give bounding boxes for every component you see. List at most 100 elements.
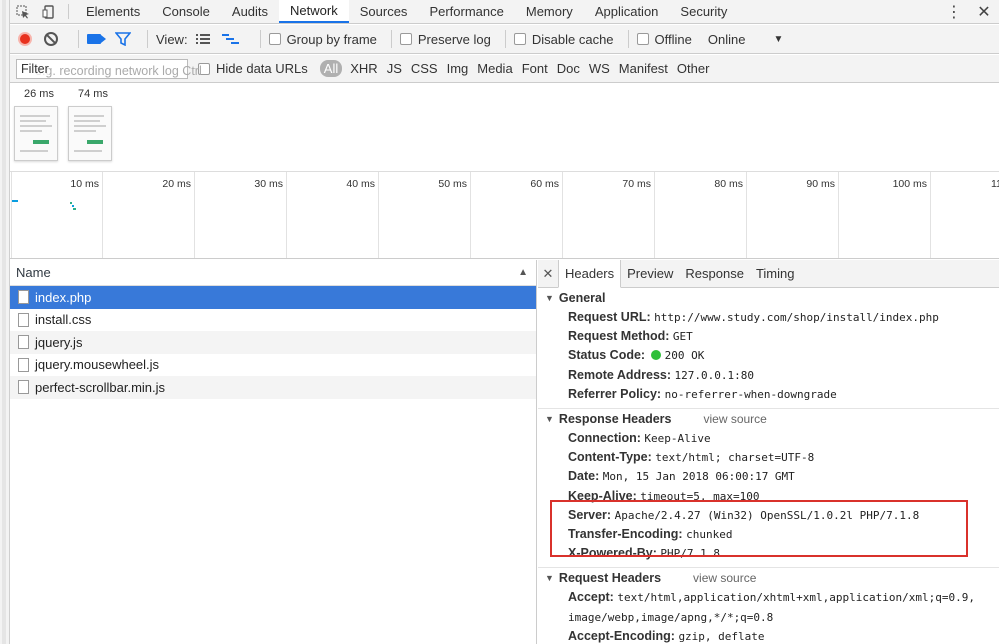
- tab-response[interactable]: Response: [679, 260, 750, 287]
- request-row-jquery-mousewheel-js[interactable]: jquery.mousewheel.js: [10, 354, 536, 377]
- header-row: Date: Mon, 15 Jan 2018 06:00:17 GMT: [568, 469, 795, 484]
- filter-type-doc[interactable]: Doc: [557, 61, 580, 76]
- request-headers-section: ▼ Request Headers view source Accept: text…: [538, 568, 999, 644]
- request-row-index-php[interactable]: index.php: [10, 286, 536, 309]
- close-devtools-icon[interactable]: ✕: [969, 0, 999, 23]
- sort-ascending-icon[interactable]: ▲: [518, 267, 528, 278]
- view-source-link[interactable]: view source: [703, 412, 766, 426]
- header-row: Server: Apache/2.4.27 (Win32) OpenSSL/1.…: [568, 507, 920, 522]
- response-headers-section: ▼ Response Headers view source Connection:…: [538, 409, 999, 569]
- clear-icon[interactable]: [44, 32, 58, 46]
- tab-memory[interactable]: Memory: [515, 0, 584, 23]
- header-row: image/webp,image/apng,*/*;q=0.8: [568, 610, 774, 624]
- record-icon[interactable]: [18, 32, 32, 46]
- header-row: Connection: Keep-Alive: [568, 431, 711, 446]
- tab-elements[interactable]: Elements: [75, 0, 151, 23]
- device-toolbar-icon[interactable]: [36, 0, 62, 23]
- tab-headers[interactable]: Headers: [558, 260, 622, 288]
- timeline-tick: 50 ms: [438, 172, 471, 258]
- filter-type-manifest[interactable]: Manifest: [619, 61, 668, 76]
- filter-type-xhr[interactable]: XHR: [350, 61, 377, 76]
- filter-type-ws[interactable]: WS: [589, 61, 610, 76]
- group-by-frame-checkbox[interactable]: Group by frame: [268, 32, 377, 47]
- header-row: Referrer Policy: no-referrer-when-downgr…: [568, 386, 837, 401]
- filter-funnel-icon[interactable]: [115, 32, 131, 46]
- timeline-tick: 40 ms: [346, 172, 379, 258]
- chevron-down-icon[interactable]: ▼: [773, 34, 783, 45]
- screenshots-strip: 26 ms 74 ms: [10, 84, 999, 172]
- script-file-icon: [18, 357, 29, 372]
- hide-data-urls-checkbox[interactable]: Hide data URLs: [198, 61, 308, 76]
- filter-type-img[interactable]: Img: [447, 61, 469, 76]
- preserve-log-checkbox[interactable]: Preserve log: [399, 32, 491, 47]
- timeline-request-bar: [12, 200, 18, 202]
- waterfall-overview-icon[interactable]: [221, 33, 240, 45]
- triangle-down-icon: ▼: [545, 414, 554, 425]
- header-row: Keep-Alive: timeout=5, max=100: [568, 488, 760, 503]
- header-row: Accept: text/html,application/xhtml+xml,…: [568, 590, 975, 605]
- filter-input[interactable]: e.g. recording network log Ctrl Filter: [16, 58, 202, 79]
- stylesheet-file-icon: [18, 312, 29, 327]
- tab-network[interactable]: Network: [279, 0, 349, 23]
- timeline-tick: 90 ms: [806, 172, 839, 258]
- general-section-header[interactable]: ▼ General: [538, 288, 999, 308]
- timeline-overview[interactable]: 10 ms 20 ms 30 ms 40 ms 50 ms 60 ms 70 m…: [10, 172, 999, 259]
- screenshot-thumb[interactable]: 74 ms: [68, 88, 118, 161]
- timeline-tick: 20 ms: [162, 172, 195, 258]
- filter-type-font[interactable]: Font: [522, 61, 548, 76]
- tab-timing[interactable]: Timing: [750, 260, 801, 287]
- large-rows-icon[interactable]: [195, 33, 210, 45]
- capture-screenshots-icon[interactable]: [87, 34, 106, 44]
- request-headers-header[interactable]: ▼ Request Headers view source: [538, 568, 999, 588]
- header-row: Transfer-Encoding: chunked: [568, 527, 733, 542]
- request-list: Name ▲ index.php install.css jquery.js j…: [10, 260, 537, 644]
- detail-tab-bar: ✕ Headers Preview Response Timing: [538, 260, 999, 288]
- tab-security[interactable]: Security: [669, 0, 738, 23]
- request-row-perfect-scrollbar-js[interactable]: perfect-scrollbar.min.js: [10, 376, 536, 399]
- timeline-tick: 70 ms: [622, 172, 655, 258]
- triangle-down-icon: ▼: [545, 293, 554, 303]
- close-detail-icon[interactable]: ✕: [538, 260, 558, 287]
- tab-console[interactable]: Console: [151, 0, 221, 23]
- header-row: Remote Address: 127.0.0.1:80: [568, 367, 755, 382]
- filter-type-css[interactable]: CSS: [411, 61, 438, 76]
- status-ok-icon: [650, 350, 661, 361]
- request-row-install-css[interactable]: install.css: [10, 309, 536, 332]
- view-source-link[interactable]: view source: [693, 571, 756, 585]
- more-options-icon[interactable]: ⋮: [939, 0, 969, 23]
- response-headers-header[interactable]: ▼ Response Headers view source: [538, 409, 999, 429]
- name-column-header[interactable]: Name ▲: [10, 260, 536, 286]
- inspect-element-icon[interactable]: [10, 0, 36, 23]
- filter-bar: e.g. recording network log Ctrl Filter H…: [10, 55, 999, 83]
- tab-application[interactable]: Application: [584, 0, 670, 23]
- timeline-tick: 10 ms: [70, 172, 103, 258]
- document-file-icon: [18, 290, 29, 305]
- view-label: View:: [156, 31, 188, 47]
- devtools-tab-bar: Elements Console Audits Network Sources …: [10, 0, 999, 24]
- header-row: X-Powered-By: PHP/7.1.8: [568, 546, 720, 561]
- timeline-request-bar: [70, 202, 72, 204]
- tab-preview[interactable]: Preview: [621, 260, 679, 287]
- throttling-select[interactable]: Online: [708, 32, 746, 47]
- request-row-jquery-js[interactable]: jquery.js: [10, 331, 536, 354]
- timeline-tick: 60 ms: [530, 172, 563, 258]
- filter-placeholder: e.g. recording network log Ctrl: [35, 63, 202, 78]
- tab-sources[interactable]: Sources: [349, 0, 419, 23]
- screenshot-thumb[interactable]: 26 ms: [14, 88, 64, 161]
- filter-type-other[interactable]: Other: [677, 61, 710, 76]
- general-section: ▼ General Request URL: http://www.study.c…: [538, 288, 999, 410]
- window-left-edge: [0, 0, 10, 644]
- tab-audits[interactable]: Audits: [221, 0, 279, 23]
- offline-checkbox[interactable]: Offline: [636, 32, 692, 47]
- timeline-request-bar: [73, 208, 76, 210]
- tab-performance[interactable]: Performance: [418, 0, 514, 23]
- header-row: Status Code: 200 OK: [568, 348, 705, 363]
- network-toolbar: View: Group by frame Preserve log Disabl…: [10, 25, 999, 54]
- filter-type-media[interactable]: Media: [477, 61, 512, 76]
- disable-cache-checkbox[interactable]: Disable cache: [513, 32, 614, 47]
- filter-type-js[interactable]: JS: [387, 61, 402, 76]
- filter-type-all[interactable]: All: [319, 60, 343, 77]
- script-file-icon: [18, 335, 29, 350]
- script-file-icon: [18, 380, 29, 395]
- timeline-tick: 80 ms: [714, 172, 747, 258]
